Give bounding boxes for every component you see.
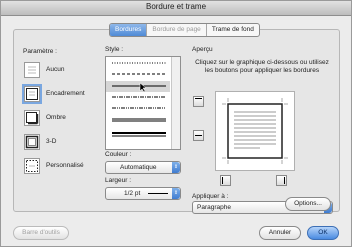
inside-horizontal-border-icon [195,135,202,136]
width-line-sample [148,193,168,194]
tab-bar: Bordures Bordure de page Trame de fond [109,23,260,37]
box-border-icon [24,86,40,102]
chevron-updown-icon: ⇕ [172,162,180,173]
chevron-updown-icon: ⇕ [172,188,180,199]
setting-custom-label: Personnalisé [46,162,84,169]
style-list[interactable] [105,56,181,150]
setting-none[interactable]: Aucun [24,62,104,80]
apply-to-value: Paragraphe [197,204,231,211]
ok-button[interactable]: OK [307,226,339,240]
window-title: Bordure et trame [145,2,207,11]
right-border-icon [284,177,285,184]
style-heading: Style : [105,46,124,53]
width-popup[interactable]: 1/2 pt ⇕ [105,187,181,200]
setting-shadow-label: Ombre [46,114,66,121]
inside-border-toggle[interactable] [193,130,204,141]
dialog-window: Bordure et trame Bordures Bordure de pag… [0,0,352,247]
style-list-scrollbar[interactable] [171,57,180,149]
left-border-toggle[interactable] [220,175,231,186]
preview-instructions: Cliquez sur le graphique ci-dessous ou u… [195,59,329,74]
color-heading: Couleur : [105,151,132,158]
setting-3d-label: 3-D [46,138,57,145]
style-options [106,62,170,137]
3d-border-icon [24,134,40,150]
right-border-toggle[interactable] [276,175,287,186]
tab-bordure-de-page: Bordure de page [146,24,205,36]
toolbar-button: Barre d'outils [13,226,69,240]
setting-none-label: Aucun [46,66,65,73]
width-value: 1/2 pt [124,190,141,197]
options-button[interactable]: Options... [285,197,331,211]
no-border-icon [24,62,40,78]
top-border-icon [195,98,202,99]
shadow-border-icon [24,110,40,126]
settings-heading: Paramètre : [23,48,57,55]
setting-3d[interactable]: 3-D [24,134,104,152]
apply-to-heading: Appliquer à : [192,193,229,200]
cancel-button[interactable]: Annuler [259,226,301,240]
setting-box[interactable]: Encadrement [24,86,104,104]
tab-bordures[interactable]: Bordures [110,24,147,36]
setting-box-label: Encadrement [46,90,85,97]
tab-trame-de-fond[interactable]: Trame de fond [205,24,259,36]
left-border-icon [222,177,223,184]
top-border-toggle[interactable] [193,96,204,107]
preview-heading: Aperçu [192,46,213,53]
color-value: Automatique [120,164,157,171]
color-popup[interactable]: Automatique ⇕ [105,161,181,174]
setting-custom[interactable]: Personnalisé [24,158,104,176]
title-bar[interactable]: Bordure et trame [1,1,351,16]
borders-panel: Paramètre : Aucun Encadrement Ombre 3-D … [13,29,340,214]
custom-border-icon [24,158,40,174]
width-heading: Largeur : [105,177,132,184]
setting-shadow[interactable]: Ombre [24,110,104,128]
border-preview[interactable] [215,91,295,171]
